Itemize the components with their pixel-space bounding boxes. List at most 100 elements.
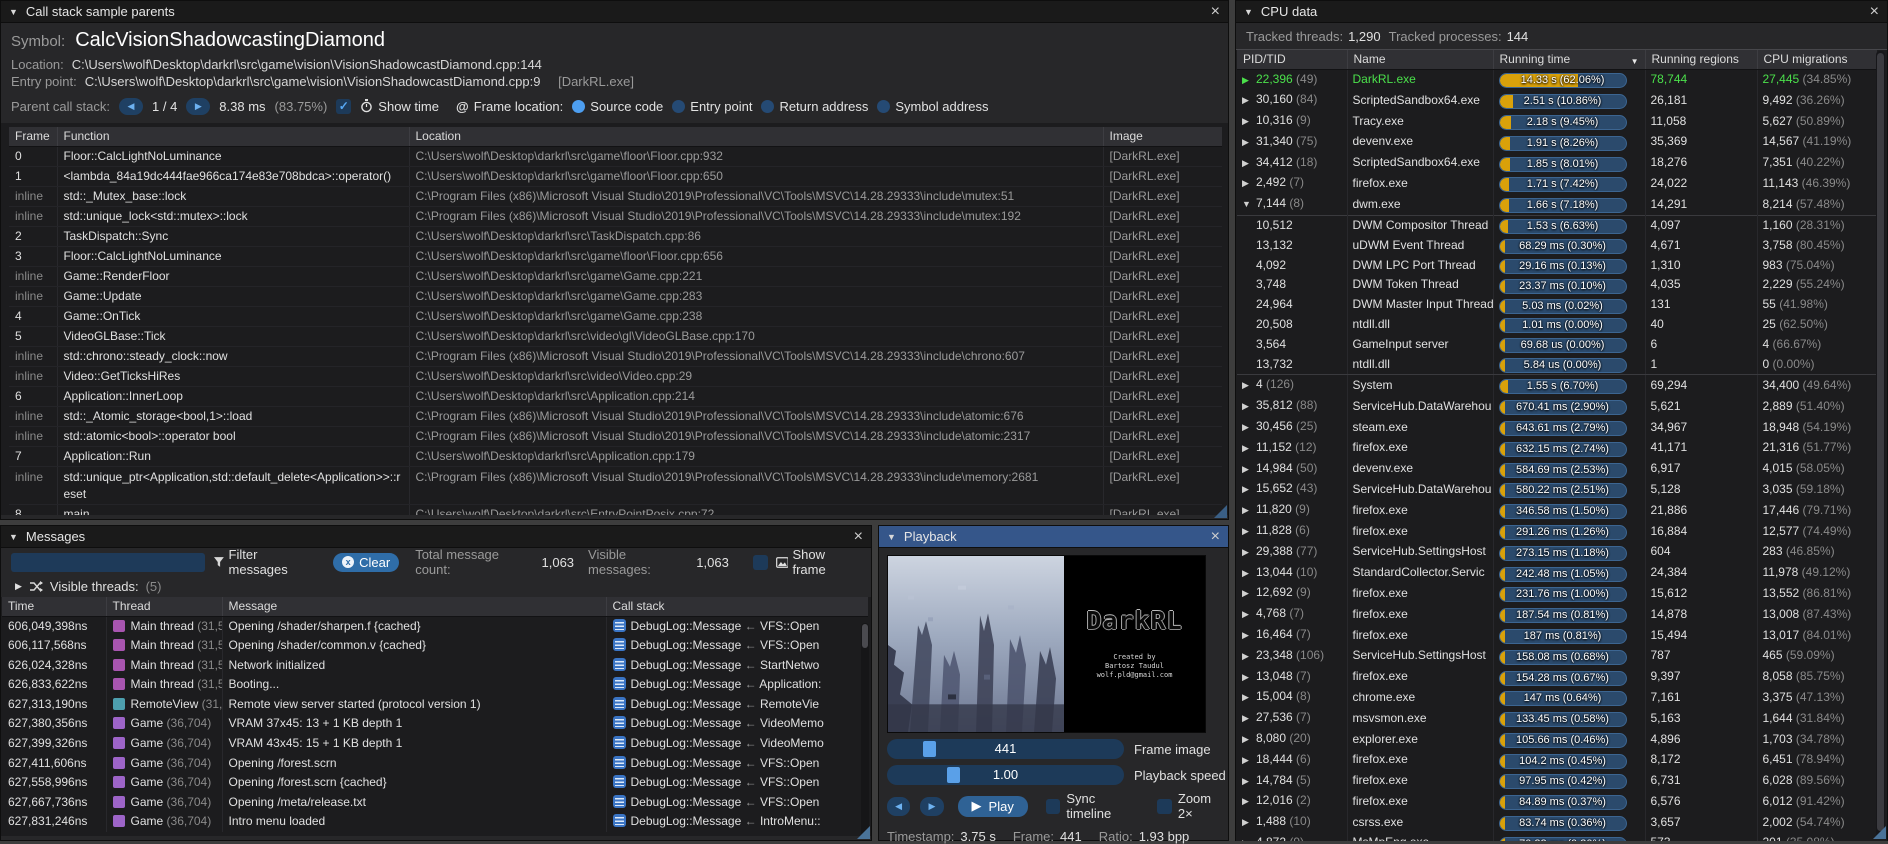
clear-button[interactable]: x Clear: [333, 553, 399, 572]
table-row[interactable]: inline Game::Update C:\Users\wolf\Deskto…: [9, 286, 1222, 306]
callstack-list-icon[interactable]: [613, 775, 626, 788]
time-column-header[interactable]: Time: [2, 597, 106, 616]
expand-icon[interactable]: ▶: [1242, 813, 1256, 833]
cpu-migrations-column-header[interactable]: CPU migrations: [1757, 50, 1877, 69]
callstack-list-icon[interactable]: [613, 658, 626, 671]
expand-icon[interactable]: ▶: [1242, 730, 1256, 750]
expand-icon[interactable]: ▶: [1242, 439, 1256, 459]
message-callstack[interactable]: DebugLog::Message ← StartNetwo: [606, 656, 868, 676]
close-icon[interactable]: ×: [1211, 4, 1220, 20]
radio-return-address[interactable]: [761, 100, 774, 113]
table-row[interactable]: 0 Floor::CalcLightNoLuminance C:\Users\w…: [9, 146, 1222, 166]
show-frame-checkbox[interactable]: [753, 555, 768, 570]
table-row[interactable]: ▶11,828 (6) firefox.exe 291.26 ms (1.26%…: [1237, 521, 1877, 542]
zoom-2x-label[interactable]: Zoom 2×: [1178, 791, 1228, 821]
callstack-list-icon[interactable]: [613, 795, 626, 808]
table-row[interactable]: inline std::atomic<bool>::operator bool …: [9, 426, 1222, 446]
callstack-list-icon[interactable]: [613, 716, 626, 729]
collapse-icon[interactable]: ▼: [1244, 7, 1253, 17]
table-row[interactable]: 4 Game::OnTick C:\Users\wolf\Desktop\dar…: [9, 306, 1222, 326]
step-back-button[interactable]: ◀: [887, 797, 910, 816]
show-frame-label[interactable]: Show frame: [792, 547, 861, 577]
table-row[interactable]: ▶16,464 (7) firefox.exe 187 ms (0.81%) 1…: [1237, 625, 1877, 646]
close-icon[interactable]: ×: [854, 529, 863, 545]
table-row[interactable]: inline std::unique_ptr<Application,std::…: [9, 466, 1222, 504]
table-row[interactable]: ▶4 (126) System 1.55 s (6.70%) 69,294 34…: [1237, 375, 1877, 396]
radio-symbol-address-label[interactable]: Symbol address: [895, 99, 988, 114]
expand-icon[interactable]: ▶: [1242, 71, 1256, 91]
playback-speed-slider[interactable]: 1.00: [887, 765, 1124, 785]
table-row[interactable]: 24,964 DWM Master Input Thread 5.03 ms (…: [1237, 295, 1877, 315]
expand-icon[interactable]: ▶: [1242, 688, 1256, 708]
sync-timeline-label[interactable]: Sync timeline: [1066, 791, 1141, 821]
table-row[interactable]: inline Game::RenderFloor C:\Users\wolf\D…: [9, 266, 1222, 286]
list-item[interactable]: 626,833,622ns Main thread (31,596) Booti…: [2, 675, 868, 695]
message-callstack[interactable]: DebugLog::Message ← VFS::Open: [606, 754, 868, 774]
running-regions-column-header[interactable]: Running regions: [1645, 50, 1757, 69]
message-callstack[interactable]: DebugLog::Message ← VFS::Open: [606, 616, 868, 636]
table-row[interactable]: 8 main C:\Users\wolf\Desktop\darkrl\src\…: [9, 504, 1222, 515]
list-item[interactable]: 627,831,246ns Game (36,704) Intro menu l…: [2, 812, 868, 832]
table-row[interactable]: 3,748 DWM Token Thread 23.37 ms (0.10%) …: [1237, 275, 1877, 295]
expand-icon[interactable]: ▼: [1242, 195, 1256, 215]
collapse-icon[interactable]: ▼: [9, 7, 18, 17]
message-callstack[interactable]: DebugLog::Message ← IntroMenu::: [606, 812, 868, 832]
message-callstack[interactable]: DebugLog::Message ← VideoMemo: [606, 734, 868, 754]
expand-icon[interactable]: ▶: [1242, 376, 1256, 396]
callstack-list-icon[interactable]: [613, 814, 626, 827]
table-row[interactable]: ▶12,692 (9) firefox.exe 231.76 ms (1.00%…: [1237, 583, 1877, 604]
expand-icon[interactable]: ▶: [1242, 133, 1256, 153]
running-time-column-header[interactable]: ▼Running time: [1493, 50, 1645, 69]
callstack-list-icon[interactable]: [613, 736, 626, 749]
radio-return-address-label[interactable]: Return address: [779, 99, 868, 114]
table-row[interactable]: ▶31,340 (75) devenv.exe 1.91 s (8.26%) 3…: [1237, 132, 1877, 153]
filter-input[interactable]: [11, 553, 205, 572]
callstack-list-icon[interactable]: [613, 619, 626, 632]
expand-icon[interactable]: ▶: [1242, 834, 1256, 841]
thread-column-header[interactable]: Thread: [106, 597, 222, 616]
table-row[interactable]: inline std::chrono::steady_clock::now C:…: [9, 346, 1222, 366]
scrollbar-thumb[interactable]: [862, 624, 868, 648]
table-row[interactable]: 3 Floor::CalcLightNoLuminance C:\Users\w…: [9, 246, 1222, 266]
cpu-scrollbar[interactable]: [1876, 51, 1885, 837]
collapse-icon[interactable]: ▼: [887, 532, 896, 542]
expand-icon[interactable]: ▶: [1242, 418, 1256, 438]
table-row[interactable]: 10,512 DWM Compositor Thread 1.53 s (6.6…: [1237, 216, 1877, 236]
table-row[interactable]: ▶14,984 (50) devenv.exe 584.69 ms (2.53%…: [1237, 459, 1877, 480]
close-icon[interactable]: ×: [1211, 529, 1220, 545]
expand-icon[interactable]: ▶: [1242, 709, 1256, 729]
message-callstack[interactable]: DebugLog::Message ← VFS::Open: [606, 773, 868, 793]
close-icon[interactable]: ×: [1870, 4, 1879, 20]
sync-timeline-checkbox[interactable]: [1046, 799, 1061, 814]
table-row[interactable]: ▶10,316 (9) Tracy.exe 2.18 s (9.45%) 11,…: [1237, 111, 1877, 132]
show-time-checkbox[interactable]: ✓: [336, 99, 351, 114]
table-row[interactable]: ▶11,820 (9) firefox.exe 346.58 ms (1.50%…: [1237, 500, 1877, 521]
expand-icon[interactable]: ▶: [1242, 543, 1256, 563]
table-row[interactable]: ▶11,152 (12) firefox.exe 632.15 ms (2.74…: [1237, 438, 1877, 459]
expand-icon[interactable]: ▶: [1242, 647, 1256, 667]
expand-icon[interactable]: ▶: [1242, 751, 1256, 771]
table-row[interactable]: ▶15,004 (8) chrome.exe 147 ms (0.64%) 7,…: [1237, 687, 1877, 708]
table-row[interactable]: ▶27,536 (7) msvsmon.exe 133.45 ms (0.58%…: [1237, 708, 1877, 729]
table-row[interactable]: 7 Application::Run C:\Users\wolf\Desktop…: [9, 446, 1222, 466]
table-row[interactable]: ▶12,016 (2) firefox.exe 84.89 ms (0.37%)…: [1237, 791, 1877, 812]
table-row[interactable]: ▶1,488 (10) csrss.exe 83.74 ms (0.36%) 3…: [1237, 812, 1877, 833]
function-column-header[interactable]: Function: [57, 127, 409, 146]
expand-icon[interactable]: ▶: [1242, 154, 1256, 174]
expand-icon[interactable]: ▶: [1242, 772, 1256, 792]
expand-icon[interactable]: ▶: [1242, 605, 1256, 625]
message-callstack[interactable]: DebugLog::Message ← VideoMemo: [606, 714, 868, 734]
table-row[interactable]: ▶14,784 (5) firefox.exe 97.95 ms (0.42%)…: [1237, 771, 1877, 792]
expand-icon[interactable]: ▶: [1242, 501, 1256, 521]
table-row[interactable]: ▼7,144 (8) dwm.exe 1.66 s (7.18%) 14,291…: [1237, 194, 1877, 215]
resize-grip[interactable]: [1873, 826, 1886, 839]
expand-icon[interactable]: ▶: [1242, 460, 1256, 480]
list-item[interactable]: 627,667,736ns Game (36,704) Opening /met…: [2, 793, 868, 813]
message-callstack[interactable]: DebugLog::Message ← VFS::Open: [606, 793, 868, 813]
resize-grip[interactable]: [1214, 505, 1227, 518]
frame-image-slider[interactable]: 441: [887, 739, 1124, 759]
frame-column-header[interactable]: Frame: [9, 127, 57, 146]
expand-icon[interactable]: ▶: [15, 581, 22, 592]
callstack-list-icon[interactable]: [613, 638, 626, 651]
table-row[interactable]: ▶23,348 (106) ServiceHub.SettingsHost 15…: [1237, 646, 1877, 667]
